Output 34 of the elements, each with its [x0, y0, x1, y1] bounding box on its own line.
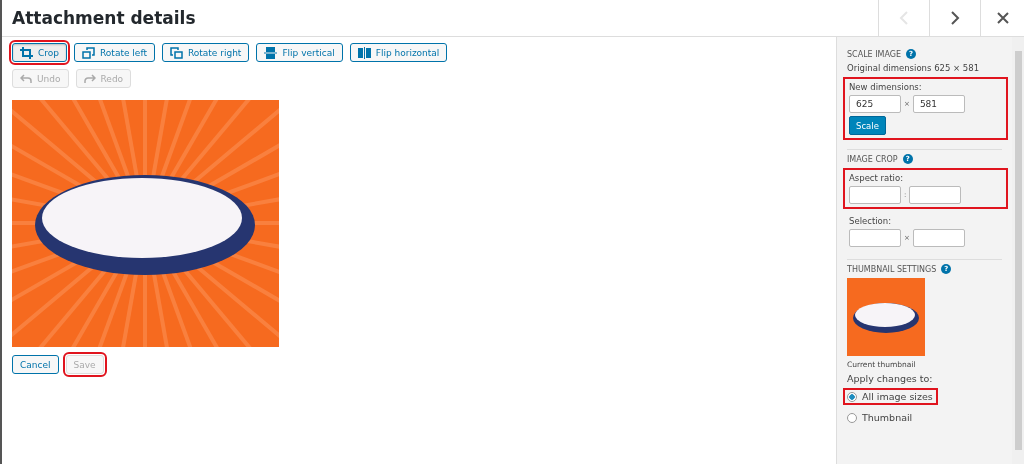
radio-option[interactable]: All image sizes: [843, 388, 938, 405]
field-label: Selection:: [849, 216, 892, 226]
flip-vertical-icon: [264, 46, 278, 59]
rotate-right-button[interactable]: Rotate right: [161, 43, 250, 62]
rotate-right-icon: [169, 46, 183, 59]
scrollbar[interactable]: [1012, 37, 1024, 464]
dialog-title: Attachment details: [12, 8, 196, 28]
flip-horizontal-icon: [357, 46, 371, 59]
ratio-height-field[interactable]: [909, 186, 962, 204]
width-field[interactable]: 625: [849, 95, 901, 113]
rotate-left-icon: [82, 46, 95, 59]
section-heading: IMAGE CROP: [847, 154, 898, 164]
original-dimensions: Original dimensions 625 × 581: [847, 63, 981, 73]
section-heading: SCALE IMAGE: [847, 49, 902, 59]
crop-button[interactable]: Crop: [12, 43, 67, 62]
height-field[interactable]: 581: [912, 95, 965, 113]
section-heading: THUMBNAIL SETTINGS: [847, 264, 937, 274]
field-label: New dimensions:: [849, 82, 922, 92]
field-label: Aspect ratio:: [849, 173, 904, 183]
ratio-width-field[interactable]: [849, 186, 901, 204]
radio-option[interactable]: Thumbnail: [843, 409, 918, 426]
rotate-left-button[interactable]: Rotate left: [74, 43, 155, 62]
cancel-button[interactable]: Cancel: [12, 355, 59, 374]
selection-height-field[interactable]: [912, 229, 965, 247]
crop-icon: [20, 46, 33, 59]
radio-button[interactable]: [847, 391, 857, 402]
radio-button[interactable]: [847, 412, 857, 423]
scale-button[interactable]: Scale: [849, 116, 886, 135]
undo-icon: [20, 73, 32, 84]
apply-label: Apply changes to:: [847, 373, 934, 384]
selection-width-field[interactable]: [849, 229, 901, 247]
flip-vertical-button[interactable]: Flip vertical: [256, 43, 343, 62]
flip-horizontal-button[interactable]: Flip horizontal: [349, 43, 448, 62]
redo-icon: [83, 73, 96, 84]
